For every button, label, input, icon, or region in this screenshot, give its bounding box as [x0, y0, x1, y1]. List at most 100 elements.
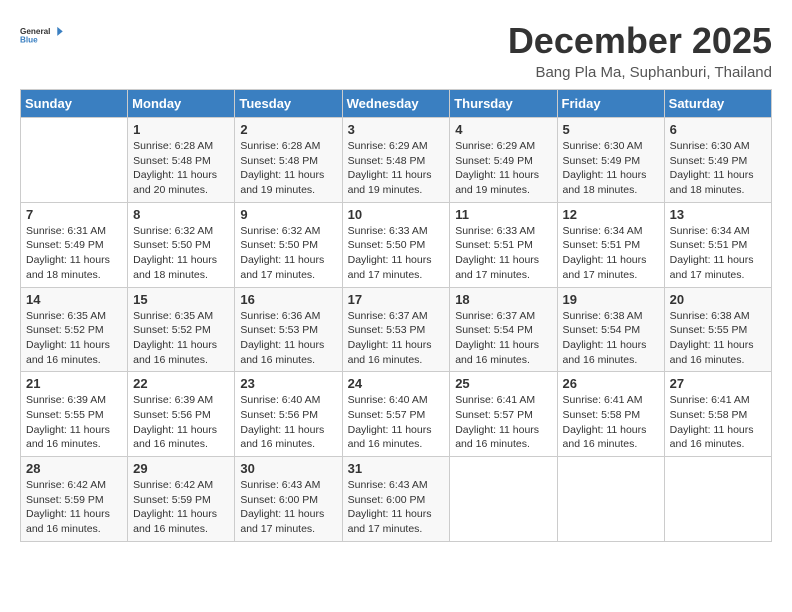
- day-info: Sunrise: 6:29 AMSunset: 5:49 PMDaylight:…: [455, 139, 551, 198]
- day-number: 4: [455, 122, 551, 137]
- calendar-table: SundayMondayTuesdayWednesdayThursdayFrid…: [20, 89, 772, 542]
- calendar-week-row: 21 Sunrise: 6:39 AMSunset: 5:55 PMDayligh…: [21, 372, 772, 457]
- calendar-cell: 22 Sunrise: 6:39 AMSunset: 5:56 PMDayligh…: [128, 372, 235, 457]
- day-number: 13: [670, 207, 766, 222]
- day-number: 28: [26, 461, 122, 476]
- day-number: 3: [348, 122, 445, 137]
- day-number: 30: [240, 461, 336, 476]
- calendar-cell: 8 Sunrise: 6:32 AMSunset: 5:50 PMDaylight…: [128, 202, 235, 287]
- day-info: Sunrise: 6:36 AMSunset: 5:53 PMDaylight:…: [240, 309, 336, 368]
- day-info: Sunrise: 6:41 AMSunset: 5:57 PMDaylight:…: [455, 393, 551, 452]
- day-number: 23: [240, 376, 336, 391]
- day-info: Sunrise: 6:32 AMSunset: 5:50 PMDaylight:…: [133, 224, 229, 283]
- day-info: Sunrise: 6:34 AMSunset: 5:51 PMDaylight:…: [563, 224, 659, 283]
- day-info: Sunrise: 6:43 AMSunset: 6:00 PMDaylight:…: [240, 478, 336, 537]
- day-number: 12: [563, 207, 659, 222]
- day-number: 25: [455, 376, 551, 391]
- day-info: Sunrise: 6:30 AMSunset: 5:49 PMDaylight:…: [670, 139, 766, 198]
- day-number: 6: [670, 122, 766, 137]
- calendar-cell: 28 Sunrise: 6:42 AMSunset: 5:59 PMDayligh…: [21, 457, 128, 542]
- calendar-cell: 26 Sunrise: 6:41 AMSunset: 5:58 PMDayligh…: [557, 372, 664, 457]
- day-number: 26: [563, 376, 659, 391]
- day-number: 8: [133, 207, 229, 222]
- calendar-cell: 15 Sunrise: 6:35 AMSunset: 5:52 PMDayligh…: [128, 287, 235, 372]
- day-number: 1: [133, 122, 229, 137]
- day-info: Sunrise: 6:35 AMSunset: 5:52 PMDaylight:…: [26, 309, 122, 368]
- calendar-cell: 7 Sunrise: 6:31 AMSunset: 5:49 PMDaylight…: [21, 202, 128, 287]
- weekday-header: Thursday: [450, 90, 557, 118]
- weekday-header: Wednesday: [342, 90, 450, 118]
- logo-icon: GeneralBlue: [20, 20, 70, 50]
- day-number: 14: [26, 292, 122, 307]
- calendar-cell: 20Sunrise: 6:38 AMSunset: 5:55 PMDayligh…: [664, 287, 771, 372]
- calendar-cell: 13 Sunrise: 6:34 AMSunset: 5:51 PMDayligh…: [664, 202, 771, 287]
- calendar-cell: 11Sunrise: 6:33 AMSunset: 5:51 PMDayligh…: [450, 202, 557, 287]
- day-number: 11: [455, 207, 551, 222]
- day-info: Sunrise: 6:28 AMSunset: 5:48 PMDaylight:…: [240, 139, 336, 198]
- day-number: 2: [240, 122, 336, 137]
- calendar-week-row: 14 Sunrise: 6:35 AMSunset: 5:52 PMDayligh…: [21, 287, 772, 372]
- calendar-cell: 21 Sunrise: 6:39 AMSunset: 5:55 PMDayligh…: [21, 372, 128, 457]
- calendar-cell: [21, 118, 128, 203]
- calendar-cell: 23 Sunrise: 6:40 AMSunset: 5:56 PMDayligh…: [235, 372, 342, 457]
- calendar-cell: 19 Sunrise: 6:38 AMSunset: 5:54 PMDayligh…: [557, 287, 664, 372]
- month-title: December 2025: [508, 20, 772, 62]
- calendar-cell: 18 Sunrise: 6:37 AMSunset: 5:54 PMDayligh…: [450, 287, 557, 372]
- weekday-header: Friday: [557, 90, 664, 118]
- day-info: Sunrise: 6:42 AMSunset: 5:59 PMDaylight:…: [26, 478, 122, 537]
- calendar-cell: 9 Sunrise: 6:32 AMSunset: 5:50 PMDaylight…: [235, 202, 342, 287]
- day-number: 21: [26, 376, 122, 391]
- day-info: Sunrise: 6:28 AMSunset: 5:48 PMDaylight:…: [133, 139, 229, 198]
- weekday-header-row: SundayMondayTuesdayWednesdayThursdayFrid…: [21, 90, 772, 118]
- calendar-week-row: 28 Sunrise: 6:42 AMSunset: 5:59 PMDayligh…: [21, 457, 772, 542]
- day-info: Sunrise: 6:38 AMSunset: 5:54 PMDaylight:…: [563, 309, 659, 368]
- day-info: Sunrise: 6:32 AMSunset: 5:50 PMDaylight:…: [240, 224, 336, 283]
- day-info: Sunrise: 6:40 AMSunset: 5:56 PMDaylight:…: [240, 393, 336, 452]
- page-header: GeneralBlue December 2025 Bang Pla Ma, S…: [20, 20, 772, 81]
- day-info: Sunrise: 6:37 AMSunset: 5:53 PMDaylight:…: [348, 309, 445, 368]
- day-info: Sunrise: 6:39 AMSunset: 5:56 PMDaylight:…: [133, 393, 229, 452]
- calendar-cell: 12 Sunrise: 6:34 AMSunset: 5:51 PMDayligh…: [557, 202, 664, 287]
- day-number: 29: [133, 461, 229, 476]
- day-info: Sunrise: 6:39 AMSunset: 5:55 PMDaylight:…: [26, 393, 122, 452]
- day-info: Sunrise: 6:41 AMSunset: 5:58 PMDaylight:…: [563, 393, 659, 452]
- day-number: 31: [348, 461, 445, 476]
- day-info: Sunrise: 6:41 AMSunset: 5:58 PMDaylight:…: [670, 393, 766, 452]
- calendar-week-row: 1 Sunrise: 6:28 AMSunset: 5:48 PMDaylight…: [21, 118, 772, 203]
- day-number: 7: [26, 207, 122, 222]
- calendar-cell: 27Sunrise: 6:41 AMSunset: 5:58 PMDayligh…: [664, 372, 771, 457]
- calendar-cell: [450, 457, 557, 542]
- day-number: 9: [240, 207, 336, 222]
- day-number: 19: [563, 292, 659, 307]
- calendar-week-row: 7 Sunrise: 6:31 AMSunset: 5:49 PMDaylight…: [21, 202, 772, 287]
- day-info: Sunrise: 6:38 AMSunset: 5:55 PMDaylight:…: [670, 309, 766, 368]
- svg-text:General: General: [20, 27, 50, 36]
- day-number: 15: [133, 292, 229, 307]
- day-info: Sunrise: 6:35 AMSunset: 5:52 PMDaylight:…: [133, 309, 229, 368]
- day-info: Sunrise: 6:30 AMSunset: 5:49 PMDaylight:…: [563, 139, 659, 198]
- calendar-cell: 3 Sunrise: 6:29 AMSunset: 5:48 PMDaylight…: [342, 118, 450, 203]
- logo: GeneralBlue: [20, 20, 70, 50]
- calendar-cell: 31Sunrise: 6:43 AMSunset: 6:00 PMDayligh…: [342, 457, 450, 542]
- calendar-cell: 5Sunrise: 6:30 AMSunset: 5:49 PMDaylight…: [557, 118, 664, 203]
- svg-text:Blue: Blue: [20, 35, 38, 44]
- day-info: Sunrise: 6:37 AMSunset: 5:54 PMDaylight:…: [455, 309, 551, 368]
- day-info: Sunrise: 6:34 AMSunset: 5:51 PMDaylight:…: [670, 224, 766, 283]
- day-info: Sunrise: 6:40 AMSunset: 5:57 PMDaylight:…: [348, 393, 445, 452]
- title-block: December 2025 Bang Pla Ma, Suphanburi, T…: [508, 20, 772, 81]
- day-info: Sunrise: 6:29 AMSunset: 5:48 PMDaylight:…: [348, 139, 445, 198]
- calendar-cell: [557, 457, 664, 542]
- weekday-header: Sunday: [21, 90, 128, 118]
- calendar-cell: 4 Sunrise: 6:29 AMSunset: 5:49 PMDaylight…: [450, 118, 557, 203]
- day-info: Sunrise: 6:31 AMSunset: 5:49 PMDaylight:…: [26, 224, 122, 283]
- day-number: 18: [455, 292, 551, 307]
- weekday-header: Monday: [128, 90, 235, 118]
- day-number: 22: [133, 376, 229, 391]
- calendar-cell: 6 Sunrise: 6:30 AMSunset: 5:49 PMDaylight…: [664, 118, 771, 203]
- day-info: Sunrise: 6:42 AMSunset: 5:59 PMDaylight:…: [133, 478, 229, 537]
- calendar-cell: 2 Sunrise: 6:28 AMSunset: 5:48 PMDaylight…: [235, 118, 342, 203]
- calendar-cell: 1 Sunrise: 6:28 AMSunset: 5:48 PMDaylight…: [128, 118, 235, 203]
- calendar-cell: 29 Sunrise: 6:42 AMSunset: 5:59 PMDayligh…: [128, 457, 235, 542]
- calendar-cell: [664, 457, 771, 542]
- day-number: 24: [348, 376, 445, 391]
